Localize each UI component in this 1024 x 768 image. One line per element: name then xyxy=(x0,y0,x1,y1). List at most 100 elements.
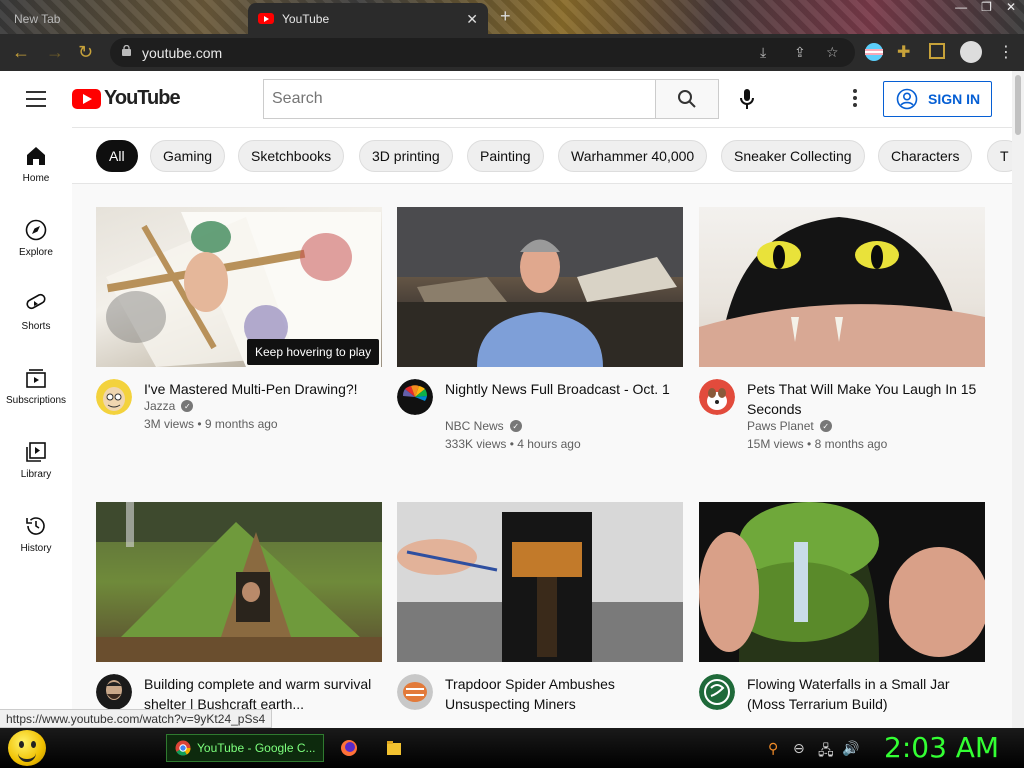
voice-search-button[interactable] xyxy=(731,83,763,115)
video-metadata: 3M views • 9 months ago xyxy=(144,417,278,431)
channel-name[interactable]: NBC News xyxy=(445,419,504,433)
hamburger-menu-icon[interactable] xyxy=(26,91,46,107)
youtube-logo[interactable]: YouTube xyxy=(72,87,181,110)
shorts-icon xyxy=(26,293,46,310)
sign-in-button[interactable]: SIGN IN xyxy=(883,81,992,117)
video-card[interactable]: I've Mastered Multi-Pen Drawing?! Jazza … xyxy=(96,207,382,467)
logo-text: YouTube xyxy=(104,87,181,109)
chrome-menu-icon[interactable]: ⋮ xyxy=(998,42,1014,62)
video-title[interactable]: Flowing Waterfalls in a Small Jar (Moss … xyxy=(747,674,979,714)
minus-circle-tray-icon[interactable]: ⊖ xyxy=(793,740,805,757)
install-app-icon[interactable]: ⤓ xyxy=(760,44,766,61)
side-panel-icon[interactable] xyxy=(929,43,945,59)
tab-youtube[interactable]: YouTube ✕ xyxy=(248,3,488,34)
network-tray-icon[interactable]: 🖧 xyxy=(818,740,834,764)
channel-avatar[interactable] xyxy=(397,674,433,710)
channel-name[interactable]: Jazza xyxy=(144,399,175,413)
video-title[interactable]: Nightly News Full Broadcast - Oct. 1 xyxy=(445,379,677,399)
sign-in-label: SIGN IN xyxy=(928,91,981,107)
guide-item-shorts[interactable]: Shorts xyxy=(0,275,72,349)
video-title[interactable]: Trapdoor Spider Ambushes Unsuspecting Mi… xyxy=(445,674,677,714)
channel-name[interactable]: Paws Planet xyxy=(747,419,814,433)
search-input[interactable] xyxy=(263,79,656,119)
video-card[interactable]: Pets That Will Make You Laugh In 15 Seco… xyxy=(699,207,985,467)
bookmark-star-icon[interactable]: ☆ xyxy=(826,44,839,61)
video-thumbnail[interactable] xyxy=(96,502,382,662)
microphone-icon xyxy=(740,89,754,109)
video-title[interactable]: I've Mastered Multi-Pen Drawing?! xyxy=(144,379,376,399)
channel-avatar[interactable] xyxy=(96,379,132,415)
verified-check-icon: ✓ xyxy=(509,420,522,432)
video-card[interactable]: Flowing Waterfalls in a Small Jar (Moss … xyxy=(699,502,985,728)
category-chip-bar: All Gaming Sketchbooks 3D printing Paint… xyxy=(72,127,1012,184)
video-card[interactable]: Trapdoor Spider Ambushes Unsuspecting Mi… xyxy=(397,502,683,728)
close-tab-icon[interactable]: ✕ xyxy=(466,11,478,28)
upload-age: 4 hours ago xyxy=(517,437,581,451)
video-metadata: 333K views • 4 hours ago xyxy=(445,437,581,451)
channel-avatar[interactable] xyxy=(96,674,132,710)
guide-item-home[interactable]: Home xyxy=(0,127,72,201)
guide-item-subscriptions[interactable]: Subscriptions xyxy=(0,349,72,423)
page-scrollbar[interactable] xyxy=(1012,71,1024,728)
chip-all[interactable]: All xyxy=(96,140,138,172)
back-arrow-icon[interactable]: ← xyxy=(12,42,30,62)
puzzle-extensions-icon[interactable]: ✚ xyxy=(897,42,910,62)
settings-more-icon[interactable] xyxy=(848,87,862,111)
reload-icon[interactable]: ↻ xyxy=(78,42,93,62)
chip-characters[interactable]: Characters xyxy=(878,140,973,172)
video-thumbnail[interactable] xyxy=(699,502,985,662)
search-button[interactable] xyxy=(655,79,719,119)
tab-new-tab[interactable]: New Tab xyxy=(0,3,248,34)
channel-name-row[interactable]: Jazza ✓ xyxy=(144,399,194,413)
youtube-favicon-icon xyxy=(258,13,274,24)
chip-more[interactable]: T xyxy=(987,140,1012,172)
chip-sneaker-collecting[interactable]: Sneaker Collecting xyxy=(721,140,865,172)
close-window-icon[interactable]: ✕ xyxy=(1006,0,1016,14)
video-title[interactable]: Building complete and warm survival shel… xyxy=(144,674,376,714)
channel-avatar[interactable] xyxy=(699,674,735,710)
upload-age: 9 months ago xyxy=(204,417,278,431)
scrollbar-thumb[interactable] xyxy=(1015,75,1021,135)
search-tray-icon[interactable]: ⚲ xyxy=(768,740,778,757)
guide-item-history[interactable]: History xyxy=(0,497,72,571)
view-count: 333K views xyxy=(445,437,507,451)
profile-avatar-icon[interactable] xyxy=(960,41,982,63)
folder-icon[interactable] xyxy=(386,739,402,757)
video-card[interactable]: Building complete and warm survival shel… xyxy=(96,502,382,728)
youtube-page: YouTube SIGN IN All xyxy=(0,71,1012,728)
taskbar-app-label: YouTube - Google C... xyxy=(197,741,316,755)
home-icon xyxy=(27,147,45,165)
upload-age: 8 months ago xyxy=(814,437,888,451)
new-tab-button[interactable]: + xyxy=(500,6,511,27)
tab-label: New Tab xyxy=(14,11,61,26)
firefox-icon[interactable] xyxy=(340,739,358,757)
share-icon[interactable]: ⇪ xyxy=(794,44,806,61)
video-title[interactable]: Pets That Will Make You Laugh In 15 Seco… xyxy=(747,379,979,419)
channel-avatar[interactable] xyxy=(397,379,433,415)
chip-warhammer[interactable]: Warhammer 40,000 xyxy=(558,140,708,172)
channel-name-row[interactable]: NBC News ✓ xyxy=(445,419,522,433)
library-icon xyxy=(26,442,46,462)
video-thumbnail[interactable] xyxy=(397,207,683,367)
video-thumbnail[interactable] xyxy=(699,207,985,367)
start-smiley-icon[interactable] xyxy=(8,730,46,766)
maximize-icon[interactable]: ❐ xyxy=(981,0,992,14)
channel-avatar[interactable] xyxy=(699,379,735,415)
extension-flag-icon[interactable] xyxy=(864,42,884,62)
video-thumbnail[interactable] xyxy=(397,502,683,662)
guide-item-library[interactable]: Library xyxy=(0,423,72,497)
forward-arrow-icon[interactable]: → xyxy=(46,42,64,62)
guide-label: Explore xyxy=(19,247,53,258)
chip-painting[interactable]: Painting xyxy=(467,140,544,172)
chip-sketchbooks[interactable]: Sketchbooks xyxy=(238,140,345,172)
video-card[interactable]: Nightly News Full Broadcast - Oct. 1 NBC… xyxy=(397,207,683,467)
taskbar-clock[interactable]: 2:03 AM xyxy=(884,731,999,764)
taskbar-app-chrome[interactable]: YouTube - Google C... xyxy=(166,734,324,762)
chip-gaming[interactable]: Gaming xyxy=(150,140,226,172)
channel-name-row[interactable]: Paws Planet ✓ xyxy=(747,419,832,433)
volume-tray-icon[interactable]: 🔊 xyxy=(842,740,859,757)
guide-item-explore[interactable]: Explore xyxy=(0,201,72,275)
minimize-icon[interactable]: — xyxy=(955,0,967,14)
address-bar[interactable]: youtube.com ⤓ ⇪ ☆ xyxy=(110,38,855,67)
chip-3d-printing[interactable]: 3D printing xyxy=(359,140,453,172)
